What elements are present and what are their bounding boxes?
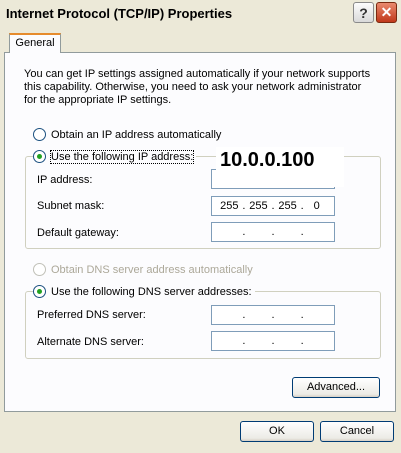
dot: . <box>242 309 246 321</box>
octet: 255 <box>249 200 268 212</box>
tab-general[interactable]: General <box>9 33 61 53</box>
alternate-dns-field[interactable]: . . . <box>211 331 335 351</box>
dot: . <box>242 335 246 347</box>
close-icon: ✕ <box>380 4 393 20</box>
dot: . <box>300 200 304 212</box>
preferred-dns-label: Preferred DNS server: <box>37 309 146 321</box>
subnet-mask-field[interactable]: 255. 255. 255. 0 <box>211 196 335 216</box>
obtain-dns-auto-label: Obtain DNS server address automatically <box>51 263 253 276</box>
close-button[interactable]: ✕ <box>376 2 397 23</box>
alternate-dns-label: Alternate DNS server: <box>37 336 144 348</box>
cancel-button[interactable]: Cancel <box>320 421 394 442</box>
dot: . <box>271 335 275 347</box>
preferred-dns-field[interactable]: . . . <box>211 305 335 325</box>
obtain-ip-auto-radio[interactable] <box>33 128 46 141</box>
window-title: Internet Protocol (TCP/IP) Properties <box>6 6 233 21</box>
dot: . <box>271 226 275 238</box>
octet: 255 <box>278 200 297 212</box>
dot: . <box>300 335 304 347</box>
obtain-dns-auto-option: Obtain DNS server address automatically <box>33 263 256 276</box>
default-gateway-label: Default gateway: <box>37 227 119 239</box>
use-following-ip-label: Use the following IP address: <box>49 149 195 164</box>
default-gateway-field[interactable]: . . . <box>211 222 335 242</box>
ip-address-label: IP address: <box>37 174 93 186</box>
dot: . <box>300 309 304 321</box>
help-button[interactable]: ? <box>353 2 374 23</box>
use-following-dns-label: Use the following DNS server addresses: <box>51 285 252 298</box>
ip-overlay-text: 10.0.0.100 <box>216 147 344 187</box>
dot: . <box>271 309 275 321</box>
dot: . <box>271 200 275 212</box>
intro-text: You can get IP settings assigned automat… <box>24 68 371 106</box>
obtain-ip-auto-option[interactable]: Obtain an IP address automatically <box>33 128 225 141</box>
advanced-button[interactable]: Advanced... <box>292 377 380 398</box>
obtain-dns-auto-radio <box>33 263 46 276</box>
subnet-mask-label: Subnet mask: <box>37 200 105 212</box>
title-bar: Internet Protocol (TCP/IP) Properties ? … <box>0 0 401 30</box>
use-following-ip-radio[interactable] <box>33 150 46 163</box>
dot: . <box>242 200 246 212</box>
octet: 0 <box>313 200 320 212</box>
help-icon: ? <box>359 4 368 21</box>
use-following-dns-option[interactable]: Use the following DNS server addresses: <box>33 285 255 298</box>
obtain-ip-auto-label: Obtain an IP address automatically <box>51 128 222 141</box>
use-following-ip-option[interactable]: Use the following IP address: <box>33 149 197 164</box>
octet: 255 <box>220 200 239 212</box>
dot: . <box>242 226 246 238</box>
use-following-dns-radio[interactable] <box>33 285 46 298</box>
ok-button[interactable]: OK <box>240 421 314 442</box>
dot: . <box>300 226 304 238</box>
